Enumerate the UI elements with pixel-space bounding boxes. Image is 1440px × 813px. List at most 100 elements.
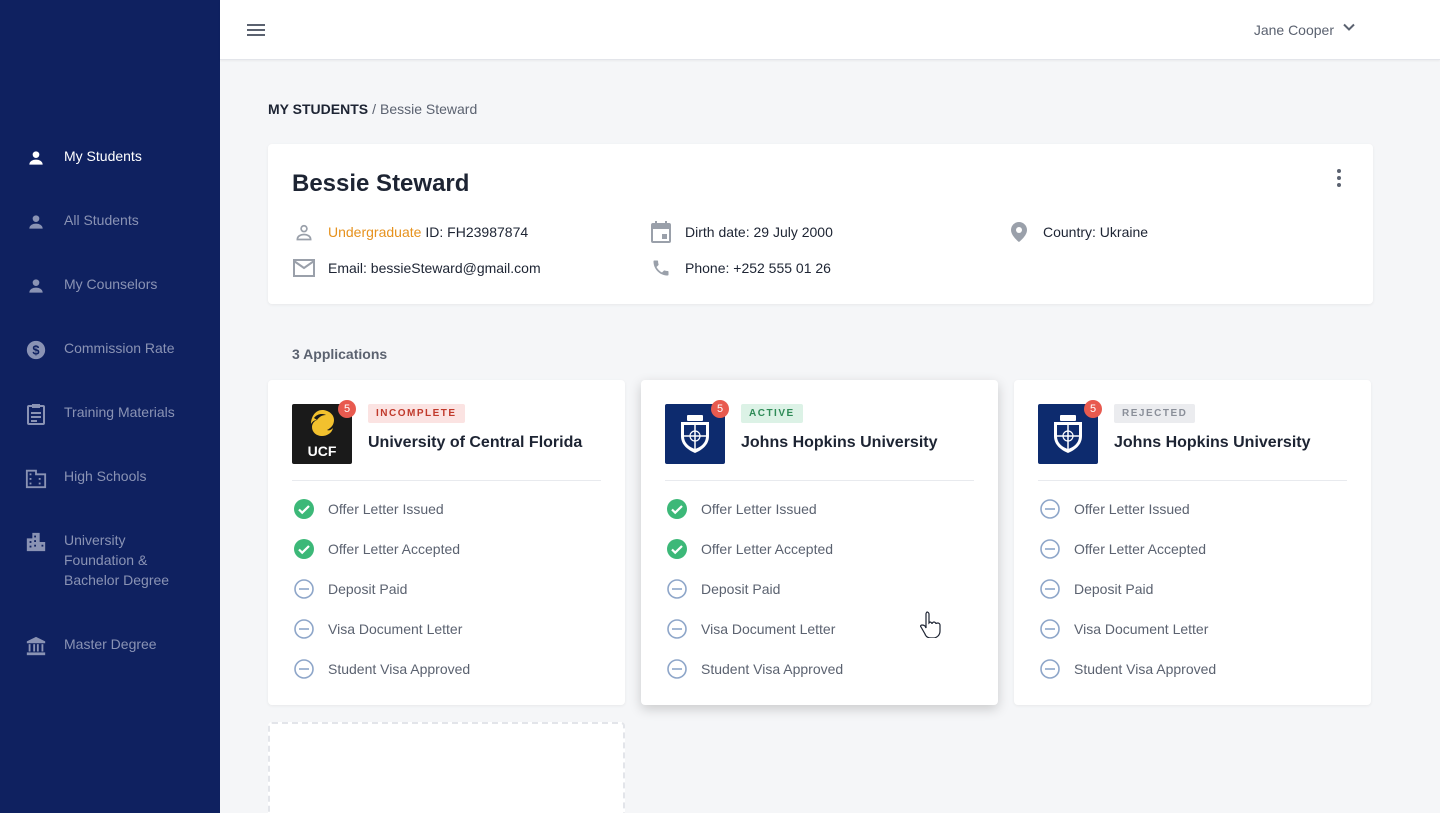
student-birth-row: Dirth date: 29 July 2000 xyxy=(649,220,833,244)
university-name: University of Central Florida xyxy=(368,434,583,451)
mail-icon xyxy=(292,256,316,280)
step-item: Visa Document Letter xyxy=(1038,617,1208,641)
application-card[interactable]: 5 ACTIVE Johns Hopkins University Offer … xyxy=(641,380,998,705)
breadcrumb: MY STUDENTS / Bessie Steward xyxy=(268,101,477,117)
sidebar-item-label: High Schools xyxy=(64,468,147,484)
application-card[interactable]: 5 REJECTED Johns Hopkins University Offe… xyxy=(1014,380,1371,705)
user-name: Jane Cooper xyxy=(1253,21,1334,38)
student-email-row: Email: bessieSteward@gmail.com xyxy=(292,256,541,280)
step-label: Offer Letter Issued xyxy=(701,501,817,517)
notification-badge: 5 xyxy=(338,400,356,418)
building-icon xyxy=(24,466,48,490)
top-bar: Jane Cooper xyxy=(220,0,1440,60)
minus-circle-icon xyxy=(665,577,689,601)
person-icon xyxy=(24,146,48,170)
svg-text:UCF: UCF xyxy=(308,443,337,459)
step-label: Visa Document Letter xyxy=(1074,621,1209,637)
minus-circle-icon xyxy=(665,617,689,641)
sidebar-item-label: Training Materials xyxy=(64,404,175,420)
minus-circle-icon xyxy=(292,617,316,641)
phone-icon xyxy=(649,256,673,280)
status-badge: REJECTED xyxy=(1114,404,1196,423)
student-birth-date: Dirth date: 29 July 2000 xyxy=(685,224,833,240)
step-item: Student Visa Approved xyxy=(292,657,470,681)
step-label: Offer Letter Issued xyxy=(328,501,444,517)
student-email: Email: bessieSteward@gmail.com xyxy=(328,260,541,276)
minus-circle-icon xyxy=(1038,497,1062,521)
sidebar: My Students All Students My Counselors $… xyxy=(0,0,220,813)
student-level: Undergraduate xyxy=(328,224,422,240)
step-item: Visa Document Letter xyxy=(665,617,835,641)
bank-icon xyxy=(24,634,48,658)
step-item: Offer Letter Issued xyxy=(292,497,444,521)
breadcrumb-separator: / xyxy=(372,101,376,117)
divider xyxy=(292,480,601,481)
person-outline-icon xyxy=(292,220,316,244)
step-label: Student Visa Approved xyxy=(328,661,471,677)
svg-text:$: $ xyxy=(32,343,39,358)
divider xyxy=(665,480,974,481)
divider xyxy=(1038,480,1347,481)
more-vertical-icon[interactable] xyxy=(1331,168,1347,188)
step-label: Offer Letter Accepted xyxy=(701,541,834,557)
clipboard-icon xyxy=(24,402,48,426)
step-label: Offer Letter Accepted xyxy=(328,541,461,557)
student-id: ID: FH23987874 xyxy=(425,224,529,240)
step-label: Deposit Paid xyxy=(328,581,408,597)
student-phone: Phone: +252 555 01 26 xyxy=(685,260,831,276)
student-id-row: Undergraduate ID: FH23987874 xyxy=(292,220,528,244)
student-phone-row: Phone: +252 555 01 26 xyxy=(649,256,831,280)
notification-badge: 5 xyxy=(711,400,729,418)
notification-badge: 5 xyxy=(1084,400,1102,418)
sidebar-item-label: Master Degree xyxy=(64,636,157,652)
calendar-icon xyxy=(649,220,673,244)
university-name: Johns Hopkins University xyxy=(741,434,938,451)
step-item: Student Visa Approved xyxy=(665,657,843,681)
step-label: Deposit Paid xyxy=(701,581,781,597)
sidebar-item-label: My Counselors xyxy=(64,276,158,292)
step-item: Deposit Paid xyxy=(1038,577,1153,601)
minus-circle-icon xyxy=(1038,657,1062,681)
step-label: Offer Letter Issued xyxy=(1074,501,1190,517)
step-item: Offer Letter Issued xyxy=(665,497,817,521)
chevron-down-icon xyxy=(1342,20,1356,39)
add-application-placeholder[interactable] xyxy=(268,722,625,813)
step-item: Deposit Paid xyxy=(292,577,407,601)
breadcrumb-current: Bessie Steward xyxy=(379,101,478,117)
sidebar-item-label: My Students xyxy=(64,148,142,164)
student-country-row: Country: Ukraine xyxy=(1007,220,1148,244)
step-label: Visa Document Letter xyxy=(701,621,836,637)
step-item: Student Visa Approved xyxy=(1038,657,1216,681)
step-label: Deposit Paid xyxy=(1074,581,1154,597)
person-icon xyxy=(24,210,48,234)
applications-count: 3 Applications xyxy=(292,346,388,362)
application-card[interactable]: UCF 5 INCOMPLETE University of Central F… xyxy=(268,380,625,705)
minus-circle-icon xyxy=(665,657,689,681)
check-circle-icon xyxy=(665,497,689,521)
status-badge: INCOMPLETE xyxy=(368,404,465,423)
minus-circle-icon xyxy=(1038,537,1062,561)
student-profile-card: Bessie Steward Undergraduate ID: FH23987… xyxy=(268,144,1373,304)
check-circle-icon xyxy=(665,537,689,561)
user-menu[interactable]: Jane Cooper xyxy=(1254,20,1356,39)
check-circle-icon xyxy=(292,497,316,521)
check-circle-icon xyxy=(292,537,316,561)
breadcrumb-root-link[interactable]: MY STUDENTS xyxy=(268,101,368,117)
step-item: Offer Letter Accepted xyxy=(292,537,460,561)
step-label: Visa Document Letter xyxy=(328,621,463,637)
hamburger-menu-icon[interactable] xyxy=(246,20,266,40)
minus-circle-icon xyxy=(292,657,316,681)
student-country: Country: Ukraine xyxy=(1043,224,1149,240)
university-name: Johns Hopkins University xyxy=(1114,434,1311,451)
city-building-icon xyxy=(24,530,48,554)
step-item: Offer Letter Accepted xyxy=(665,537,833,561)
step-label: Student Visa Approved xyxy=(1074,661,1217,677)
step-label: Offer Letter Accepted xyxy=(1074,541,1207,557)
step-item: Visa Document Letter xyxy=(292,617,462,641)
step-item: Offer Letter Accepted xyxy=(1038,537,1206,561)
student-name: Bessie Steward xyxy=(292,170,470,197)
minus-circle-icon xyxy=(1038,577,1062,601)
location-pin-icon xyxy=(1007,220,1031,244)
minus-circle-icon xyxy=(292,577,316,601)
step-item: Deposit Paid xyxy=(665,577,780,601)
